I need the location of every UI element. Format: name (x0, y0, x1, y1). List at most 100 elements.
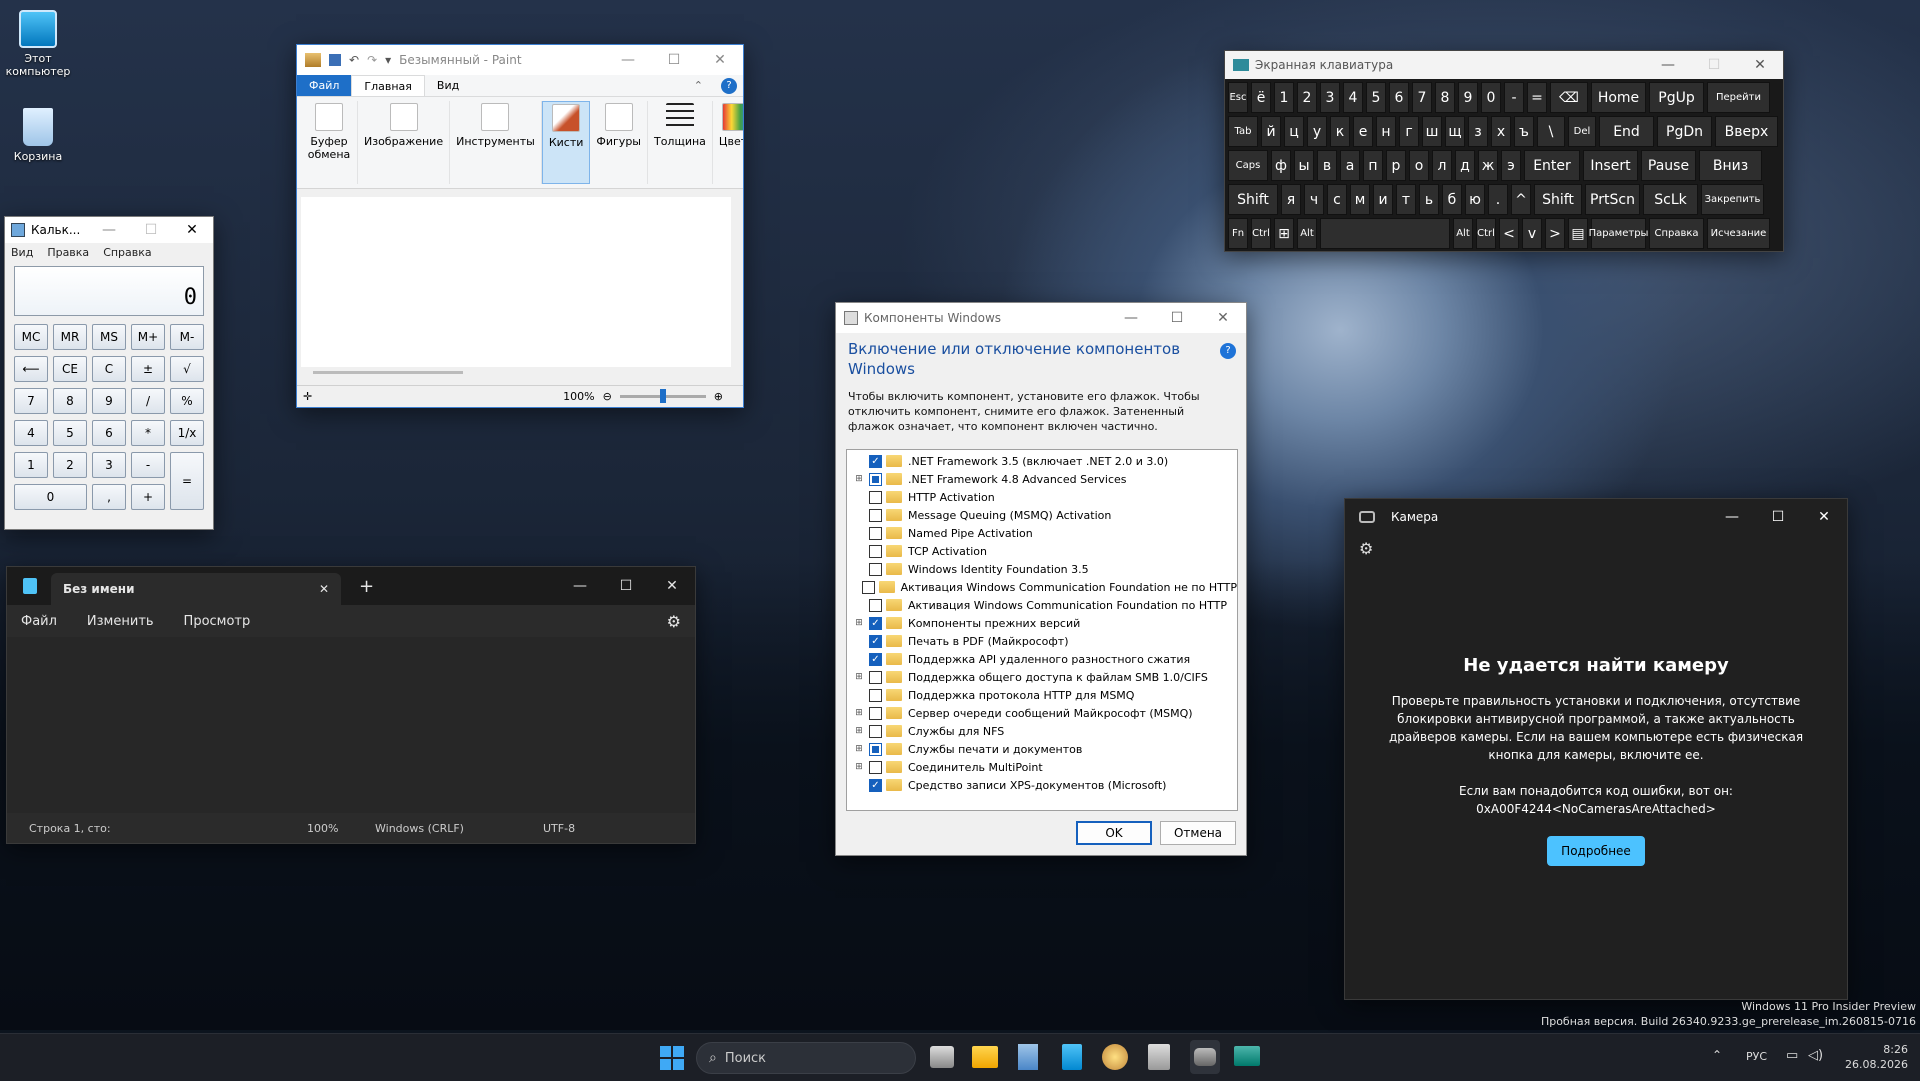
osk-key[interactable]: ^ (1511, 184, 1531, 215)
osk-key[interactable]: Shift (1228, 184, 1278, 215)
osk-key[interactable]: а (1340, 150, 1360, 181)
expand-icon[interactable]: ⊞ (853, 762, 865, 772)
osk-key[interactable]: 2 (1297, 82, 1317, 113)
maximize-button[interactable]: ☐ (603, 571, 649, 601)
menu-help[interactable]: Справка (103, 246, 151, 259)
osk-key[interactable]: п (1363, 150, 1383, 181)
osk-key[interactable]: Home (1591, 82, 1646, 113)
osk-key[interactable]: ⊞ (1274, 218, 1294, 249)
osk-key[interactable]: Исчезание (1707, 218, 1770, 249)
taskbar-search[interactable]: ⌕ Поиск (696, 1042, 916, 1074)
feature-checkbox[interactable] (869, 670, 882, 684)
osk-key[interactable]: б (1442, 184, 1462, 215)
osk-key[interactable]: 1 (1274, 82, 1294, 113)
osk-key[interactable]: ъ (1514, 116, 1534, 147)
calc-key[interactable]: M- (170, 324, 204, 350)
osk-key[interactable]: ScLk (1643, 184, 1698, 215)
calc-key[interactable]: 5 (53, 420, 87, 446)
osk-key[interactable]: 8 (1435, 82, 1455, 113)
osk-key[interactable]: у (1307, 116, 1327, 147)
menu-edit[interactable]: Правка (47, 246, 89, 259)
osk-key[interactable]: э (1501, 150, 1521, 181)
show-hidden-icons-chevron-icon[interactable]: ⌃ (1712, 1048, 1722, 1062)
calc-key[interactable]: 7 (14, 388, 48, 414)
osk-key[interactable]: End (1599, 116, 1654, 147)
group-clipboard[interactable]: Буфер обмена (301, 101, 358, 184)
more-info-button[interactable]: Подробнее (1547, 836, 1645, 866)
redo-icon[interactable]: ↷ (367, 53, 377, 67)
paint-taskbar-icon[interactable] (1102, 1044, 1128, 1070)
feature-checkbox[interactable]: ✓ (869, 454, 882, 468)
osk-taskbar-icon[interactable] (1234, 1046, 1260, 1066)
maximize-button[interactable]: ☐ (131, 217, 171, 245)
new-tab-button[interactable]: + (359, 576, 374, 597)
osk-key[interactable]: к (1330, 116, 1350, 147)
notepad-editor[interactable] (7, 637, 695, 813)
tab-file[interactable]: Файл (297, 75, 352, 96)
feature-checkbox[interactable] (869, 490, 882, 504)
save-icon[interactable] (329, 54, 341, 66)
osk-key[interactable]: ь (1419, 184, 1439, 215)
osk-key[interactable]: 0 (1481, 82, 1501, 113)
osk-key[interactable]: - (1504, 82, 1524, 113)
osk-key[interactable]: Fn (1228, 218, 1248, 249)
calculator-taskbar-icon[interactable] (1018, 1044, 1038, 1070)
osk-key[interactable]: 6 (1389, 82, 1409, 113)
feature-checkbox[interactable] (869, 688, 882, 702)
osk-key[interactable]: < (1499, 218, 1519, 249)
feature-checkbox[interactable]: ✓ (869, 616, 882, 630)
osk-key[interactable]: т (1396, 184, 1416, 215)
osk-key[interactable]: д (1455, 150, 1475, 181)
osk-key[interactable]: v (1522, 218, 1542, 249)
feature-checkbox[interactable] (869, 706, 882, 720)
osk-key[interactable]: Alt (1297, 218, 1317, 249)
osk-key[interactable]: о (1409, 150, 1429, 181)
osk-key[interactable]: з (1468, 116, 1488, 147)
osk-key[interactable]: ф (1271, 150, 1291, 181)
osk-key[interactable]: щ (1445, 116, 1465, 147)
calc-key[interactable]: = (170, 452, 204, 510)
calc-key[interactable]: 6 (92, 420, 126, 446)
ok-button[interactable]: OK (1076, 821, 1152, 845)
line-ending[interactable]: Windows (CRLF) (375, 822, 543, 835)
desktop-icon-recycle-bin[interactable]: Корзина (0, 108, 78, 163)
osk-key[interactable]: ⌫ (1550, 82, 1588, 113)
calc-key[interactable]: C (92, 356, 126, 382)
osk-key[interactable]: Справка (1649, 218, 1704, 249)
osk-key[interactable]: PgDn (1657, 116, 1712, 147)
calc-key[interactable]: * (131, 420, 165, 446)
osk-key[interactable]: 5 (1366, 82, 1386, 113)
osk-key[interactable]: ц (1284, 116, 1304, 147)
feature-checkbox[interactable] (869, 472, 882, 486)
osk-key[interactable]: ж (1478, 150, 1498, 181)
close-button[interactable]: ✕ (697, 45, 743, 75)
calc-key[interactable]: 4 (14, 420, 48, 446)
osk-key[interactable]: в (1317, 150, 1337, 181)
osk-key[interactable]: Ctrl (1476, 218, 1496, 249)
zoom-slider-thumb[interactable] (659, 389, 666, 403)
calc-key[interactable]: 1/x (170, 420, 204, 446)
osk-key[interactable]: PgUp (1649, 82, 1704, 113)
calc-key[interactable]: + (131, 484, 165, 510)
volume-icon[interactable]: ◁) (1808, 1048, 1823, 1063)
osk-key[interactable]: х (1491, 116, 1511, 147)
osk-key[interactable]: Перейти (1707, 82, 1770, 113)
osk-key[interactable]: и (1373, 184, 1393, 215)
close-button[interactable]: ✕ (1200, 303, 1246, 333)
expand-icon[interactable]: ⊞ (853, 744, 865, 754)
osk-key[interactable]: Shift (1534, 184, 1582, 215)
zoom-slider[interactable] (619, 389, 706, 403)
osk-key[interactable]: н (1376, 116, 1396, 147)
osk-key[interactable]: Tab (1228, 116, 1258, 147)
osk-key[interactable]: 7 (1412, 82, 1432, 113)
notepad-taskbar-icon[interactable] (1062, 1044, 1082, 1070)
calc-key[interactable]: 8 (53, 388, 87, 414)
osk-key[interactable]: Del (1568, 116, 1596, 147)
calc-key[interactable]: ± (131, 356, 165, 382)
undo-icon[interactable]: ↶ (349, 53, 359, 67)
zoom-out-button[interactable]: ⊖ (603, 390, 612, 403)
minimize-button[interactable]: — (1108, 303, 1154, 333)
calc-key[interactable]: M+ (131, 324, 165, 350)
menu-view[interactable]: Вид (11, 246, 33, 259)
tab-view[interactable]: Вид (425, 75, 471, 96)
